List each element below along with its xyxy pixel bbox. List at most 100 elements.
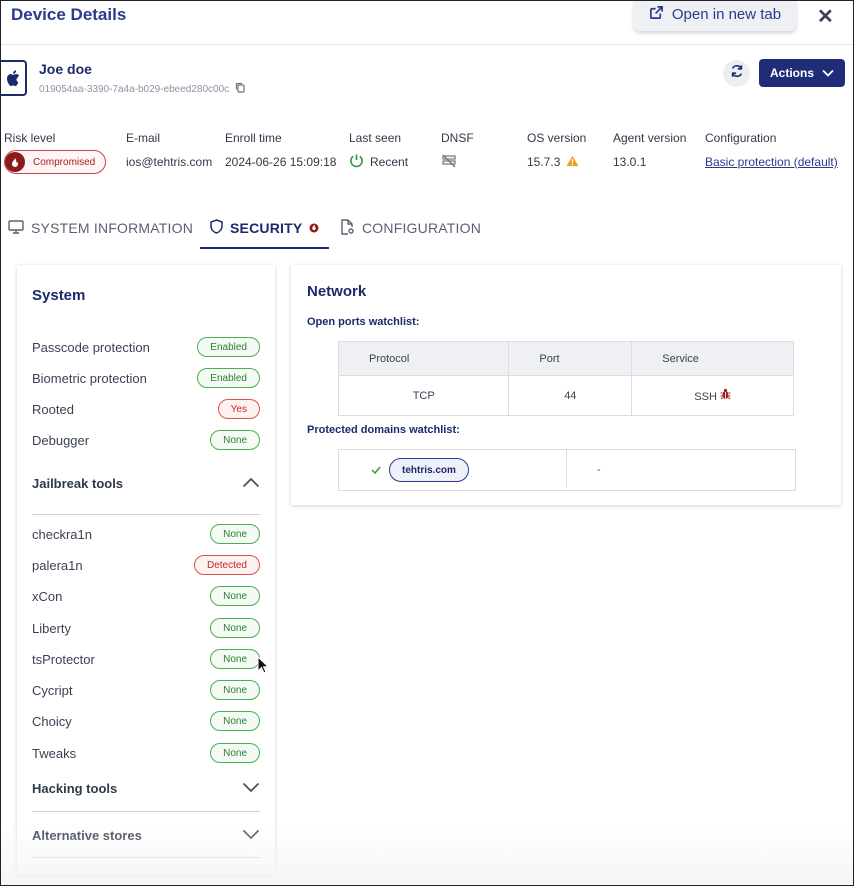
jailbreak-row-label: tsProtector xyxy=(32,651,95,667)
tab-system-information[interactable]: SYSTEM INFORMATION xyxy=(8,209,193,247)
tab-configuration[interactable]: CONFIGURATION xyxy=(339,209,481,247)
actions-label: Actions xyxy=(769,66,814,80)
alternative-stores-toggle[interactable]: Alternative stores xyxy=(32,824,260,846)
jailbreak-row-label: palera1n xyxy=(32,557,83,573)
bug-icon xyxy=(720,388,731,403)
column-header: Protocol xyxy=(337,341,510,376)
port-cell: 44 xyxy=(508,375,633,416)
jailbreak-row-label: Choicy xyxy=(32,713,72,729)
risk-level-value: Compromised xyxy=(33,156,96,168)
system-row-label: Debugger xyxy=(32,432,90,448)
status-badge: None xyxy=(210,586,260,606)
header-bar: Device Details Open in new tab ✕ xyxy=(1,1,853,45)
alternative-stores-title: Alternative stores xyxy=(32,827,142,843)
actions-button[interactable]: Actions xyxy=(759,59,845,87)
status-badge: None xyxy=(210,743,260,763)
enroll-time-field: Enroll time 2024-06-26 15:09:18 xyxy=(225,131,336,173)
system-row-label: Biometric protection xyxy=(32,370,147,386)
refresh-button[interactable] xyxy=(723,60,750,87)
system-row: Rooted Yes xyxy=(32,398,260,420)
config-file-icon xyxy=(339,218,355,238)
device-name: Joe doe xyxy=(39,61,92,77)
external-link-icon xyxy=(649,5,664,24)
jailbreak-row: Cycript None xyxy=(32,679,260,701)
warning-icon xyxy=(566,155,579,170)
status-badge: None xyxy=(210,711,260,731)
last-seen-field: Last seen Recent xyxy=(349,131,408,173)
divider xyxy=(566,450,567,488)
system-row: Passcode protection Enabled xyxy=(32,336,260,358)
table-row: TCP 44 SSH xyxy=(337,375,794,416)
status-badge: None xyxy=(210,680,260,700)
enroll-time-label: Enroll time xyxy=(225,131,282,145)
email-label: E-mail xyxy=(126,131,161,145)
monitor-icon xyxy=(8,219,24,237)
column-header: Port xyxy=(508,341,633,376)
status-badge: None xyxy=(210,618,260,638)
dnsf-disabled-icon xyxy=(441,154,457,171)
status-badge: None xyxy=(210,524,260,544)
power-icon xyxy=(349,153,364,171)
chevron-up-icon xyxy=(242,476,260,491)
email-value: ios@tehtris.com xyxy=(126,155,213,169)
device-id: 019054aa-3390-7a4a-b029-ebeed280c00c xyxy=(39,82,245,96)
tab-security[interactable]: SECURITY xyxy=(200,209,330,249)
divider xyxy=(32,514,260,515)
jailbreak-row-label: xCon xyxy=(32,588,63,604)
status-badge: None xyxy=(210,430,260,450)
status-badge: Enabled xyxy=(197,337,260,357)
open-ports-label: Open ports watchlist: xyxy=(307,316,420,328)
divider xyxy=(32,857,260,858)
os-version-field: OS version 15.7.3 xyxy=(527,131,586,173)
dnsf-field: DNSF xyxy=(441,131,474,173)
jailbreak-row: xCon None xyxy=(32,585,260,607)
flame-icon xyxy=(309,220,319,236)
chevron-down-icon xyxy=(242,828,260,843)
jailbreak-row: checkra1n None xyxy=(32,523,260,545)
table-header-row: Protocol Port Service xyxy=(337,341,794,376)
domain-tag: tehtris.com xyxy=(389,458,469,482)
hacking-tools-toggle[interactable]: Hacking tools xyxy=(32,777,260,799)
network-title: Network xyxy=(307,283,367,300)
protected-domains-label: Protected domains watchlist: xyxy=(307,424,460,436)
agent-version-label: Agent version xyxy=(613,131,687,145)
status-badge: None xyxy=(210,649,260,669)
open-ports-table: Protocol Port Service TCP 44 SSH xyxy=(337,341,794,416)
device-id-text: 019054aa-3390-7a4a-b029-ebeed280c00c xyxy=(39,83,230,95)
os-version-value: 15.7.3 xyxy=(527,155,561,169)
refresh-icon xyxy=(730,64,744,83)
jailbreak-row-label: Cycript xyxy=(32,682,73,698)
chevron-down-icon xyxy=(242,781,260,796)
status-badge: Enabled xyxy=(197,368,260,388)
flame-icon xyxy=(5,152,25,172)
service-value: SSH xyxy=(694,391,717,403)
mouse-cursor xyxy=(257,655,270,679)
chevron-down-icon xyxy=(822,66,834,80)
protocol-cell: TCP xyxy=(337,375,510,416)
status-badge: Detected xyxy=(193,555,260,575)
close-icon[interactable]: ✕ xyxy=(817,4,834,29)
tab-configuration-label: CONFIGURATION xyxy=(362,220,482,236)
open-new-tab-button[interactable]: Open in new tab xyxy=(634,1,796,31)
configuration-link[interactable]: Basic protection (default) xyxy=(705,155,838,169)
agent-version-field: Agent version 13.0.1 xyxy=(613,131,686,173)
tab-security-label: SECURITY xyxy=(230,220,303,236)
jailbreak-tools-toggle[interactable]: Jailbreak tools xyxy=(32,472,260,494)
risk-level-label: Risk level xyxy=(4,131,56,145)
system-row: Biometric protection Enabled xyxy=(32,367,260,389)
device-details-window: Device Details Open in new tab ✕ Joe doe… xyxy=(0,0,854,886)
jailbreak-row: Liberty None xyxy=(32,617,260,639)
system-row-label: Rooted xyxy=(32,401,74,417)
shield-icon xyxy=(210,219,223,237)
copy-icon[interactable] xyxy=(235,82,245,96)
status-badge: Yes xyxy=(217,399,260,419)
tab-bar: SYSTEM INFORMATION SECURITY CONFIGURATIO… xyxy=(1,209,853,249)
jailbreak-row: Tweaks None xyxy=(32,742,260,764)
system-panel: System Passcode protection Enabled Biome… xyxy=(17,265,275,875)
jailbreak-row-label: checkra1n xyxy=(32,526,92,542)
domain-row: tehtris.com - xyxy=(338,449,796,491)
agent-version-value: 13.0.1 xyxy=(613,155,647,169)
check-icon xyxy=(371,461,381,479)
system-row-label: Passcode protection xyxy=(32,339,150,355)
jailbreak-tools-title: Jailbreak tools xyxy=(32,475,124,491)
